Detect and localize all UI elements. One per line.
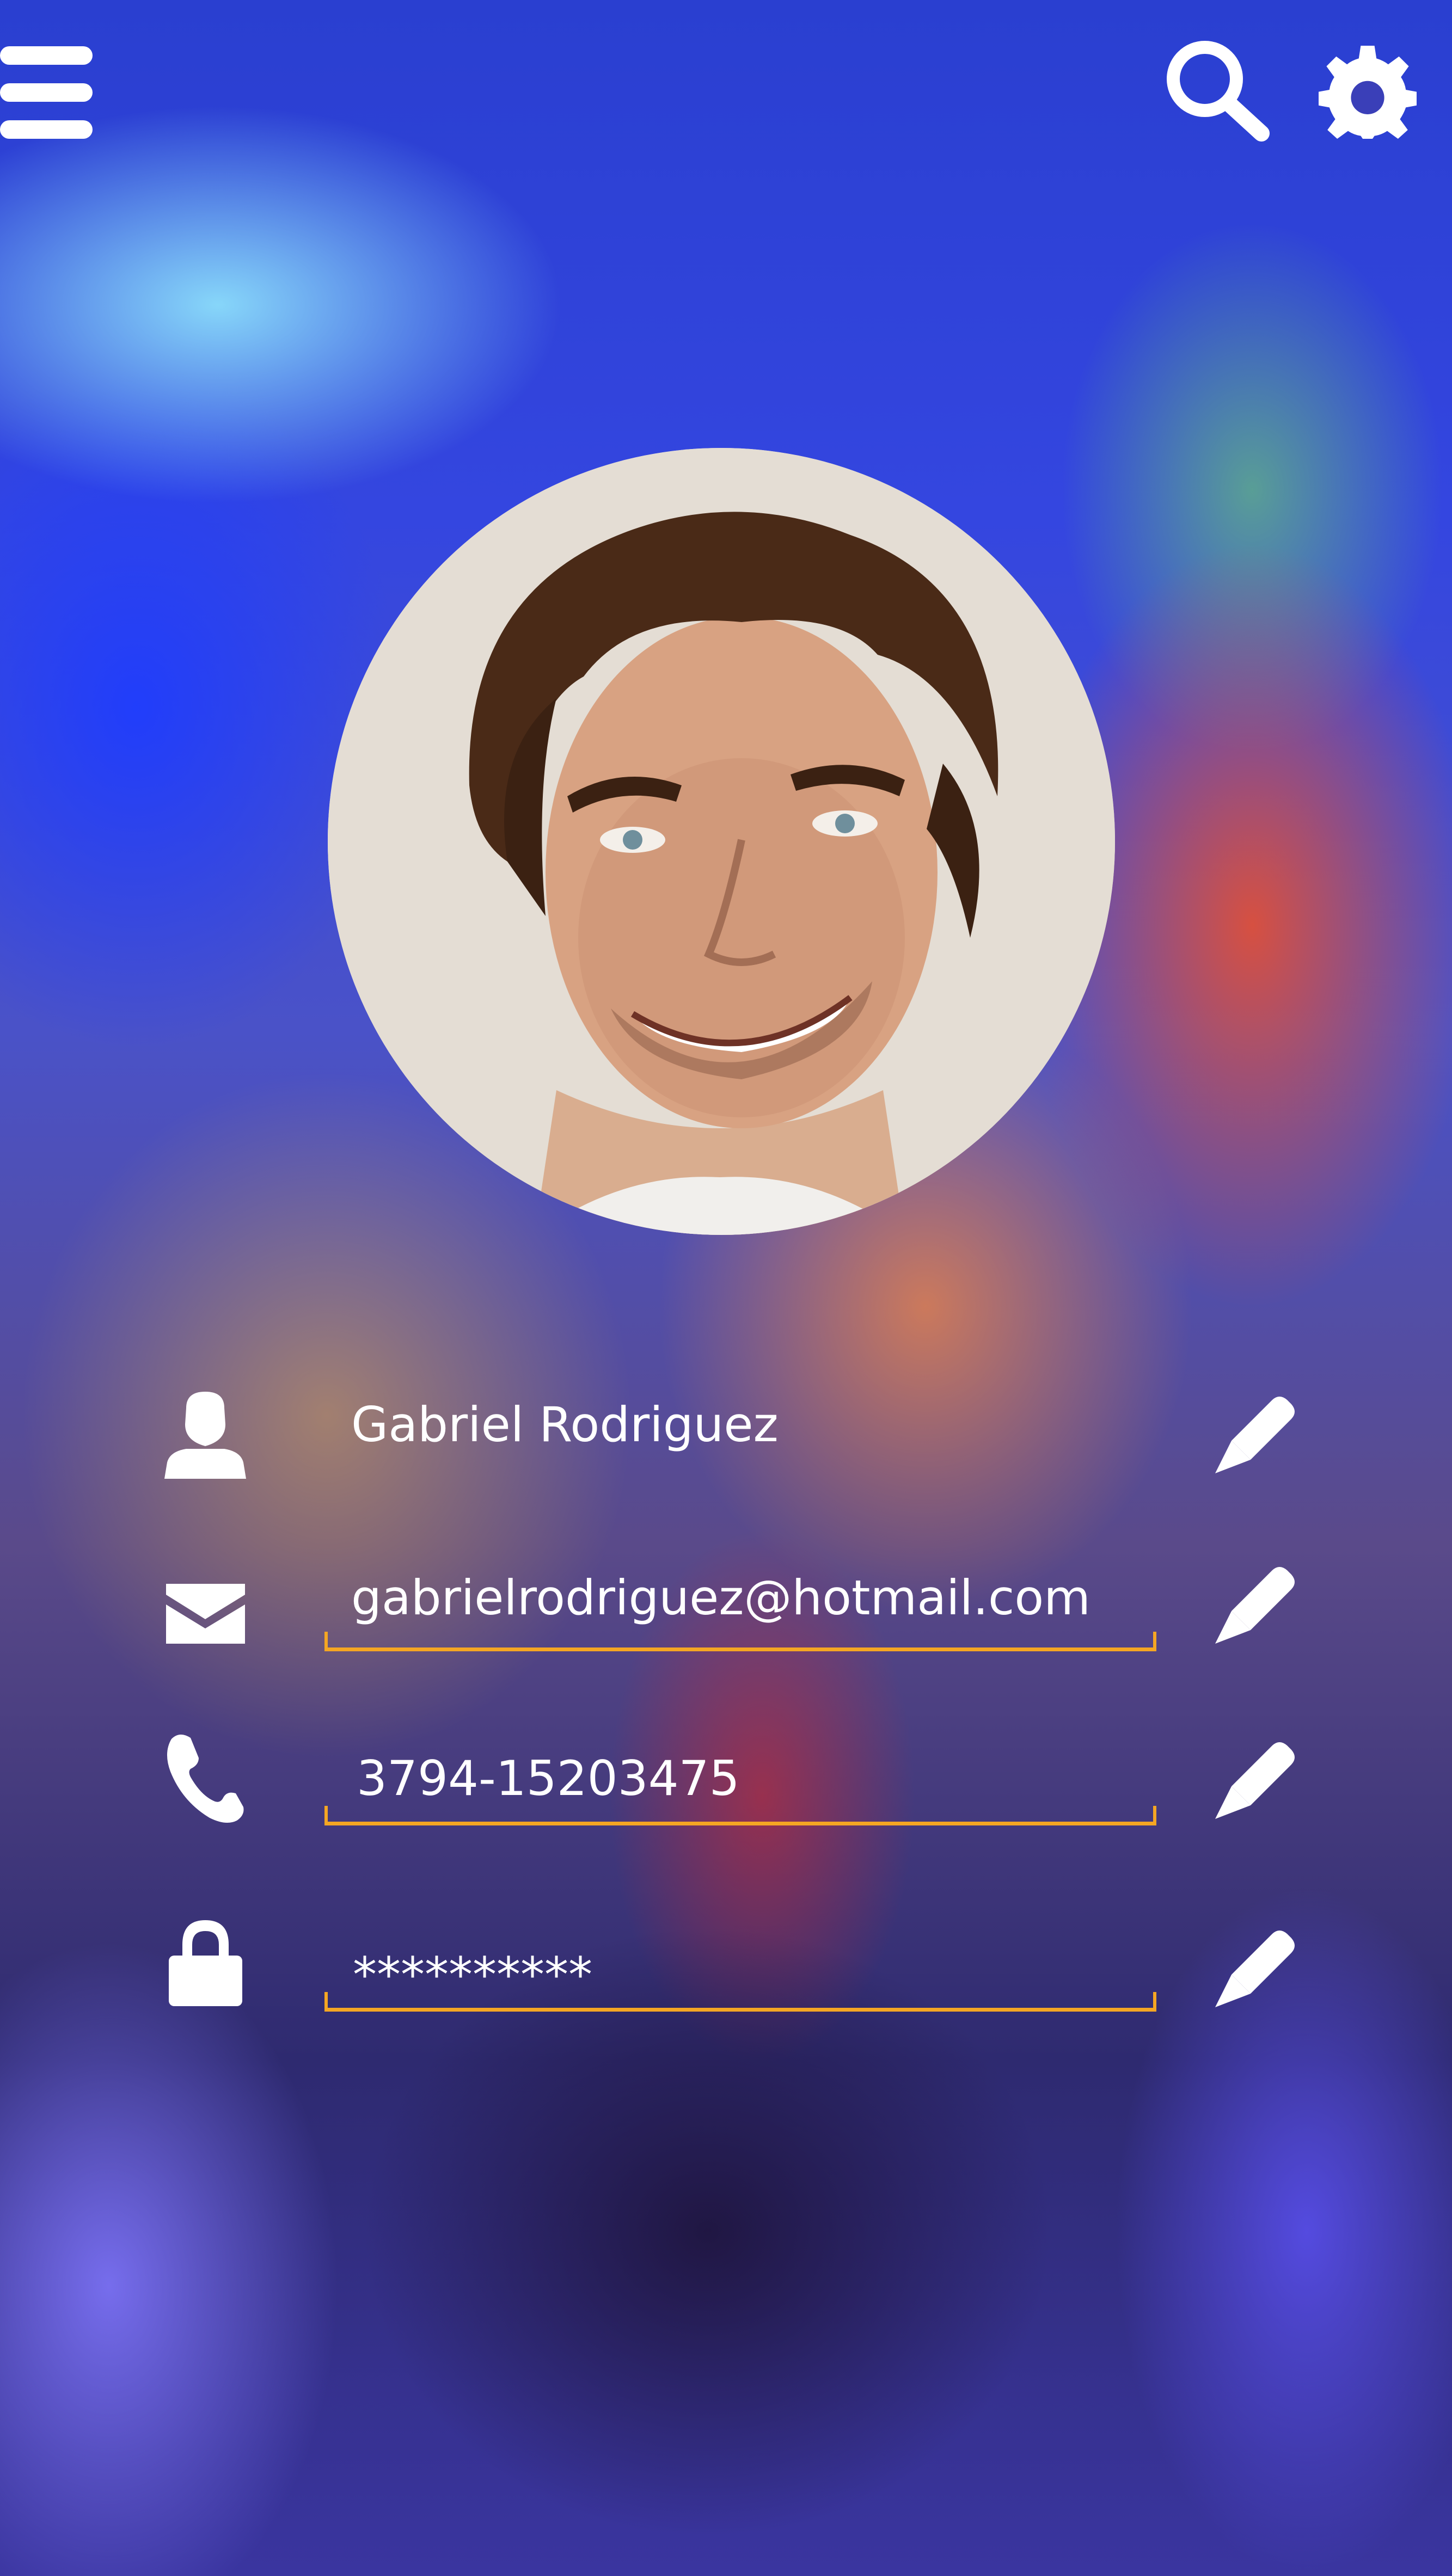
phone-field-underline (324, 1806, 1156, 1825)
edit-email-pencil-icon[interactable] (1215, 1565, 1297, 1644)
phone-field[interactable]: 3794-15203475 (357, 1755, 740, 1803)
name-field[interactable]: Gabriel Rodriguez (351, 1401, 779, 1449)
edit-name-pencil-icon[interactable] (1215, 1394, 1297, 1473)
email-field[interactable]: gabrielrodriguez@hotmail.com (351, 1574, 1090, 1622)
blurred-background (0, 0, 1452, 2576)
avatar-face-illustration (328, 448, 1115, 1235)
password-field-underline (324, 1992, 1156, 2012)
gear-icon[interactable] (1319, 41, 1417, 139)
phone-icon (167, 1734, 244, 1823)
email-field-underline (324, 1632, 1156, 1651)
edit-password-pencil-icon[interactable] (1215, 1928, 1297, 2007)
search-icon[interactable] (1162, 38, 1271, 142)
edit-phone-pencil-icon[interactable] (1215, 1740, 1297, 1819)
person-icon (164, 1392, 246, 1479)
profile-avatar[interactable] (328, 448, 1115, 1235)
envelope-icon (166, 1584, 245, 1644)
hamburger-menu-icon[interactable] (0, 46, 95, 139)
lock-icon (169, 1920, 242, 2006)
